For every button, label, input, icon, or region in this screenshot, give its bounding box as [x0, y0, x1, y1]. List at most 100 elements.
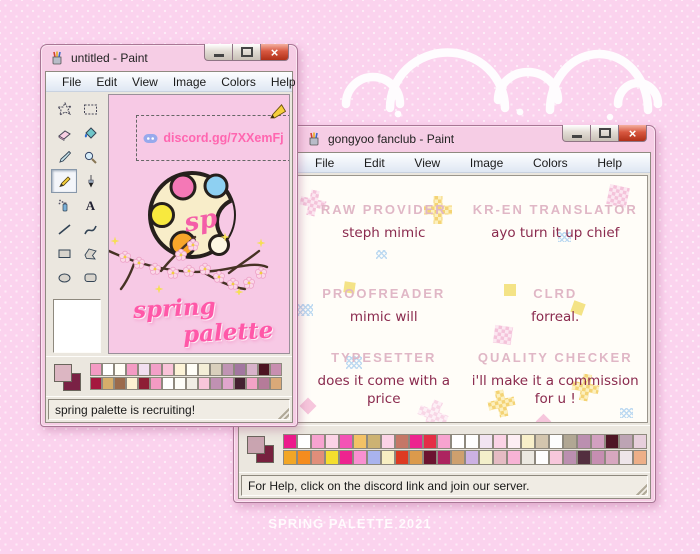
fill-with-color-tool[interactable] [77, 121, 103, 145]
color-swatch[interactable] [409, 434, 423, 449]
color-swatch[interactable] [234, 363, 246, 376]
color-swatch[interactable] [150, 363, 162, 376]
color-swatch[interactable] [605, 450, 619, 465]
color-swatch[interactable] [465, 450, 479, 465]
color-swatch[interactable] [563, 450, 577, 465]
foreground-color-swatch[interactable] [54, 364, 72, 382]
menu-item[interactable]: Edit [362, 155, 387, 171]
pick-color-tool[interactable] [51, 145, 77, 169]
menu-item[interactable]: Edit [94, 74, 119, 90]
color-swatch[interactable] [102, 363, 114, 376]
color-swatch[interactable] [633, 434, 647, 449]
color-swatch[interactable] [395, 434, 409, 449]
minimize-button[interactable] [562, 125, 591, 142]
minimize-button[interactable] [204, 44, 233, 61]
color-swatch[interactable] [246, 363, 258, 376]
free-form-select-tool[interactable] [51, 97, 77, 121]
color-swatch[interactable] [577, 434, 591, 449]
color-swatch[interactable] [633, 450, 647, 465]
color-swatch[interactable] [423, 450, 437, 465]
color-swatch[interactable] [283, 434, 297, 449]
airbrush-tool[interactable] [51, 193, 77, 217]
color-swatch[interactable] [437, 450, 451, 465]
color-swatch[interactable] [521, 434, 535, 449]
color-swatch[interactable] [507, 450, 521, 465]
color-swatch[interactable] [174, 363, 186, 376]
color-swatch[interactable] [367, 450, 381, 465]
color-swatch[interactable] [493, 450, 507, 465]
curve-tool[interactable] [77, 217, 103, 241]
color-swatch[interactable] [162, 363, 174, 376]
close-button[interactable]: × [618, 125, 647, 142]
color-swatch[interactable] [174, 377, 186, 390]
color-swatch[interactable] [339, 450, 353, 465]
color-swatch[interactable] [535, 434, 549, 449]
color-swatch[interactable] [479, 450, 493, 465]
text-tool[interactable]: A [77, 193, 103, 217]
color-swatch[interactable] [270, 377, 282, 390]
maximize-button[interactable] [590, 125, 619, 142]
color-swatch[interactable] [198, 377, 210, 390]
color-swatch[interactable] [465, 434, 479, 449]
color-swatch[interactable] [234, 377, 246, 390]
color-swatch[interactable] [126, 363, 138, 376]
color-swatch[interactable] [619, 450, 633, 465]
color-swatch[interactable] [114, 377, 126, 390]
foreground-color-swatch[interactable] [247, 436, 265, 454]
color-swatch[interactable] [381, 434, 395, 449]
color-swatch[interactable] [210, 377, 222, 390]
color-swatch[interactable] [325, 434, 339, 449]
color-swatch[interactable] [150, 377, 162, 390]
color-swatch[interactable] [549, 434, 563, 449]
color-swatch[interactable] [90, 377, 102, 390]
menu-item[interactable]: View [412, 155, 442, 171]
color-swatch[interactable] [409, 450, 423, 465]
polygon-tool[interactable] [77, 241, 103, 265]
color-swatch[interactable] [535, 450, 549, 465]
color-swatch[interactable] [451, 450, 465, 465]
menu-item[interactable]: File [60, 74, 83, 90]
drawing-canvas[interactable]: discord.gg/7XXemFj [108, 94, 290, 354]
color-swatch[interactable] [246, 377, 258, 390]
color-swatch[interactable] [297, 434, 311, 449]
color-swatch[interactable] [114, 363, 126, 376]
color-swatch[interactable] [549, 450, 563, 465]
color-swatch[interactable] [353, 434, 367, 449]
pencil-tool[interactable] [51, 169, 77, 193]
color-swatch[interactable] [339, 434, 353, 449]
color-swatch[interactable] [138, 363, 150, 376]
menu-item[interactable]: View [130, 74, 160, 90]
magnifier-tool[interactable] [77, 145, 103, 169]
color-swatch[interactable] [258, 363, 270, 376]
color-swatch[interactable] [186, 363, 198, 376]
menu-item[interactable]: File [313, 155, 336, 171]
color-swatch[interactable] [423, 434, 437, 449]
drawing-canvas[interactable]: RAW PROVIDER steph mimic KR-EN TRANSLATO… [241, 175, 648, 423]
discord-link-selection[interactable]: discord.gg/7XXemFj [136, 115, 290, 161]
color-swatch[interactable] [126, 377, 138, 390]
maximize-button[interactable] [232, 44, 261, 61]
menu-item[interactable]: Help [269, 74, 298, 90]
color-swatch[interactable] [222, 363, 234, 376]
color-swatch[interactable] [186, 377, 198, 390]
menu-item[interactable]: Colors [531, 155, 570, 171]
rectangle-tool[interactable] [51, 241, 77, 265]
color-swatch[interactable] [138, 377, 150, 390]
color-swatch[interactable] [619, 434, 633, 449]
color-swatch[interactable] [521, 450, 535, 465]
color-swatch[interactable] [563, 434, 577, 449]
color-swatch[interactable] [270, 363, 282, 376]
color-swatch[interactable] [605, 434, 619, 449]
select-tool[interactable] [77, 97, 103, 121]
color-swatch[interactable] [311, 434, 325, 449]
ellipse-tool[interactable] [51, 265, 77, 289]
menu-item[interactable]: Colors [219, 74, 258, 90]
color-swatch[interactable] [395, 450, 409, 465]
color-swatch[interactable] [210, 363, 222, 376]
color-swatch[interactable] [162, 377, 174, 390]
menu-item[interactable]: Help [595, 155, 624, 171]
color-swatch[interactable] [198, 363, 210, 376]
color-swatch[interactable] [591, 434, 605, 449]
color-swatch[interactable] [311, 450, 325, 465]
color-swatch[interactable] [353, 450, 367, 465]
